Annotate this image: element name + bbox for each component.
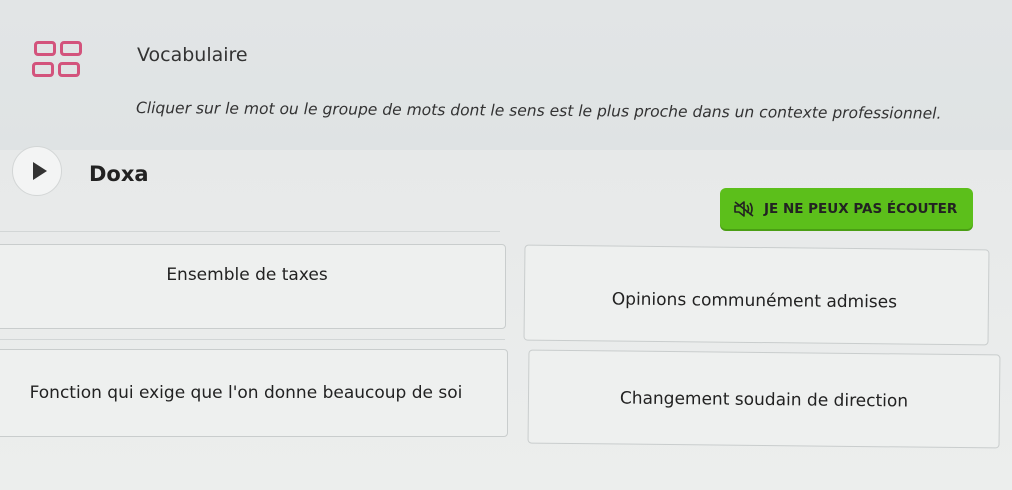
- exercise-title: Vocabulaire: [137, 44, 248, 66]
- answer-choice-label: Ensemble de taxes: [166, 264, 328, 285]
- speaker-muted-icon: [734, 200, 754, 217]
- answer-choice-label: Fonction qui exige que l'on donne beauco…: [29, 383, 463, 403]
- cant-listen-button[interactable]: JE NE PEUX PAS ÉCOUTER: [720, 188, 973, 229]
- divider: [0, 231, 500, 232]
- question-word: Doxa: [89, 162, 149, 186]
- answer-choice[interactable]: Changement soudain de direction: [527, 349, 1001, 449]
- play-audio-button[interactable]: [12, 146, 62, 196]
- answer-choice[interactable]: Fonction qui exige que l'on donne beauco…: [0, 349, 508, 437]
- answer-choice[interactable]: Opinions communément admises: [523, 244, 990, 346]
- exercise-grid-icon: [30, 41, 86, 79]
- header-band: [0, 0, 1012, 150]
- divider: [0, 339, 505, 340]
- answer-choice[interactable]: Ensemble de taxes: [0, 244, 506, 329]
- play-icon: [33, 162, 47, 180]
- answer-choice-label: Opinions communément admises: [611, 289, 898, 313]
- answer-choice-label: Changement soudain de direction: [619, 388, 909, 412]
- cant-listen-label: JE NE PEUX PAS ÉCOUTER: [764, 200, 958, 217]
